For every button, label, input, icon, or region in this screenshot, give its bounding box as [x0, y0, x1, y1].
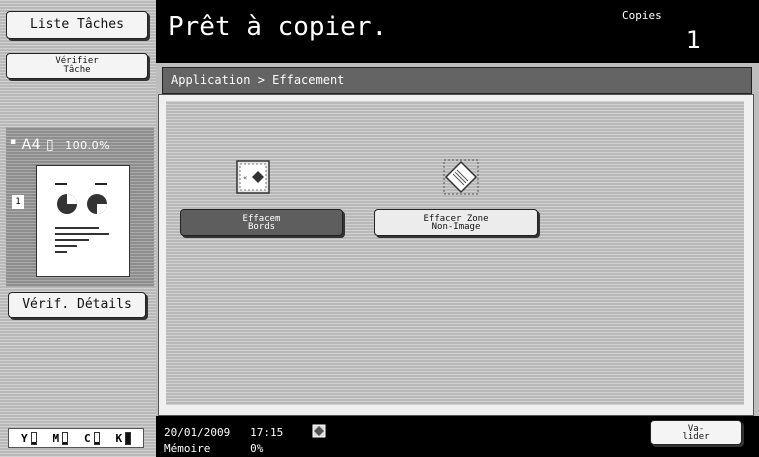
- edge-erase-icon: «: [236, 160, 270, 194]
- toner-gauge-icon: [125, 431, 132, 445]
- job-list-button[interactable]: Liste Tâches: [6, 11, 148, 39]
- paper-tray-icon: ▪: [10, 137, 17, 147]
- page-title: Prêt à copier.: [168, 12, 388, 42]
- toner-gauge-icon: [30, 431, 37, 445]
- toner-label: C: [83, 431, 91, 445]
- toner-levels: Y M C K: [8, 428, 144, 448]
- memory-label: Mémoire: [164, 442, 211, 455]
- toner-label: M: [52, 431, 60, 445]
- preview-panel: ▪ A4 ▯ 100.0% 1: [6, 127, 154, 287]
- toner-magenta: M: [52, 431, 69, 445]
- check-details-button[interactable]: Vérif. Détails: [8, 292, 146, 318]
- orientation-icon: ▯: [46, 137, 55, 153]
- network-icon: [312, 424, 326, 438]
- copy-set-icon: 1: [12, 195, 24, 209]
- copies-label: Copies: [622, 9, 662, 22]
- toner-black: K: [115, 431, 132, 445]
- document-thumbnail-icon: [55, 183, 109, 253]
- check-job-button[interactable]: Vérifier Tâche: [6, 53, 148, 79]
- zoom-ratio: 100.0%: [65, 139, 111, 152]
- toner-cyan: C: [83, 431, 100, 445]
- toner-gauge-icon: [62, 431, 69, 445]
- date-time: 20/01/2009 17:15: [164, 426, 283, 439]
- toner-gauge-icon: [93, 431, 100, 445]
- toner-yellow: Y: [20, 431, 37, 445]
- main-panel: [166, 101, 744, 405]
- left-panel: Liste Tâches Vérifier Tâche ▪ A4 ▯ 100.0…: [0, 0, 156, 457]
- non-image-erase-icon: [443, 159, 479, 195]
- edge-erase-button[interactable]: Effacem Bords: [180, 209, 343, 236]
- paper-size: A4: [21, 137, 42, 153]
- document-preview: [36, 165, 130, 277]
- toner-label: Y: [20, 431, 28, 445]
- svg-text:«: «: [243, 174, 247, 182]
- header: Prêt à copier. Copies 1: [156, 0, 759, 63]
- toner-label: K: [115, 431, 123, 445]
- memory-value: 0%: [250, 442, 264, 455]
- memory-status: Mémoire 0%: [164, 442, 263, 455]
- time-text: 17:15: [250, 426, 284, 439]
- non-image-erase-button[interactable]: Effacer Zone Non-Image: [374, 209, 538, 236]
- copies-value: 1: [686, 26, 702, 54]
- validate-button[interactable]: Va- lider: [650, 420, 742, 445]
- paper-status: ▪ A4 ▯ 100.0%: [10, 137, 110, 153]
- date-text: 20/01/2009: [164, 426, 231, 439]
- breadcrumb: Application > Effacement: [162, 67, 752, 94]
